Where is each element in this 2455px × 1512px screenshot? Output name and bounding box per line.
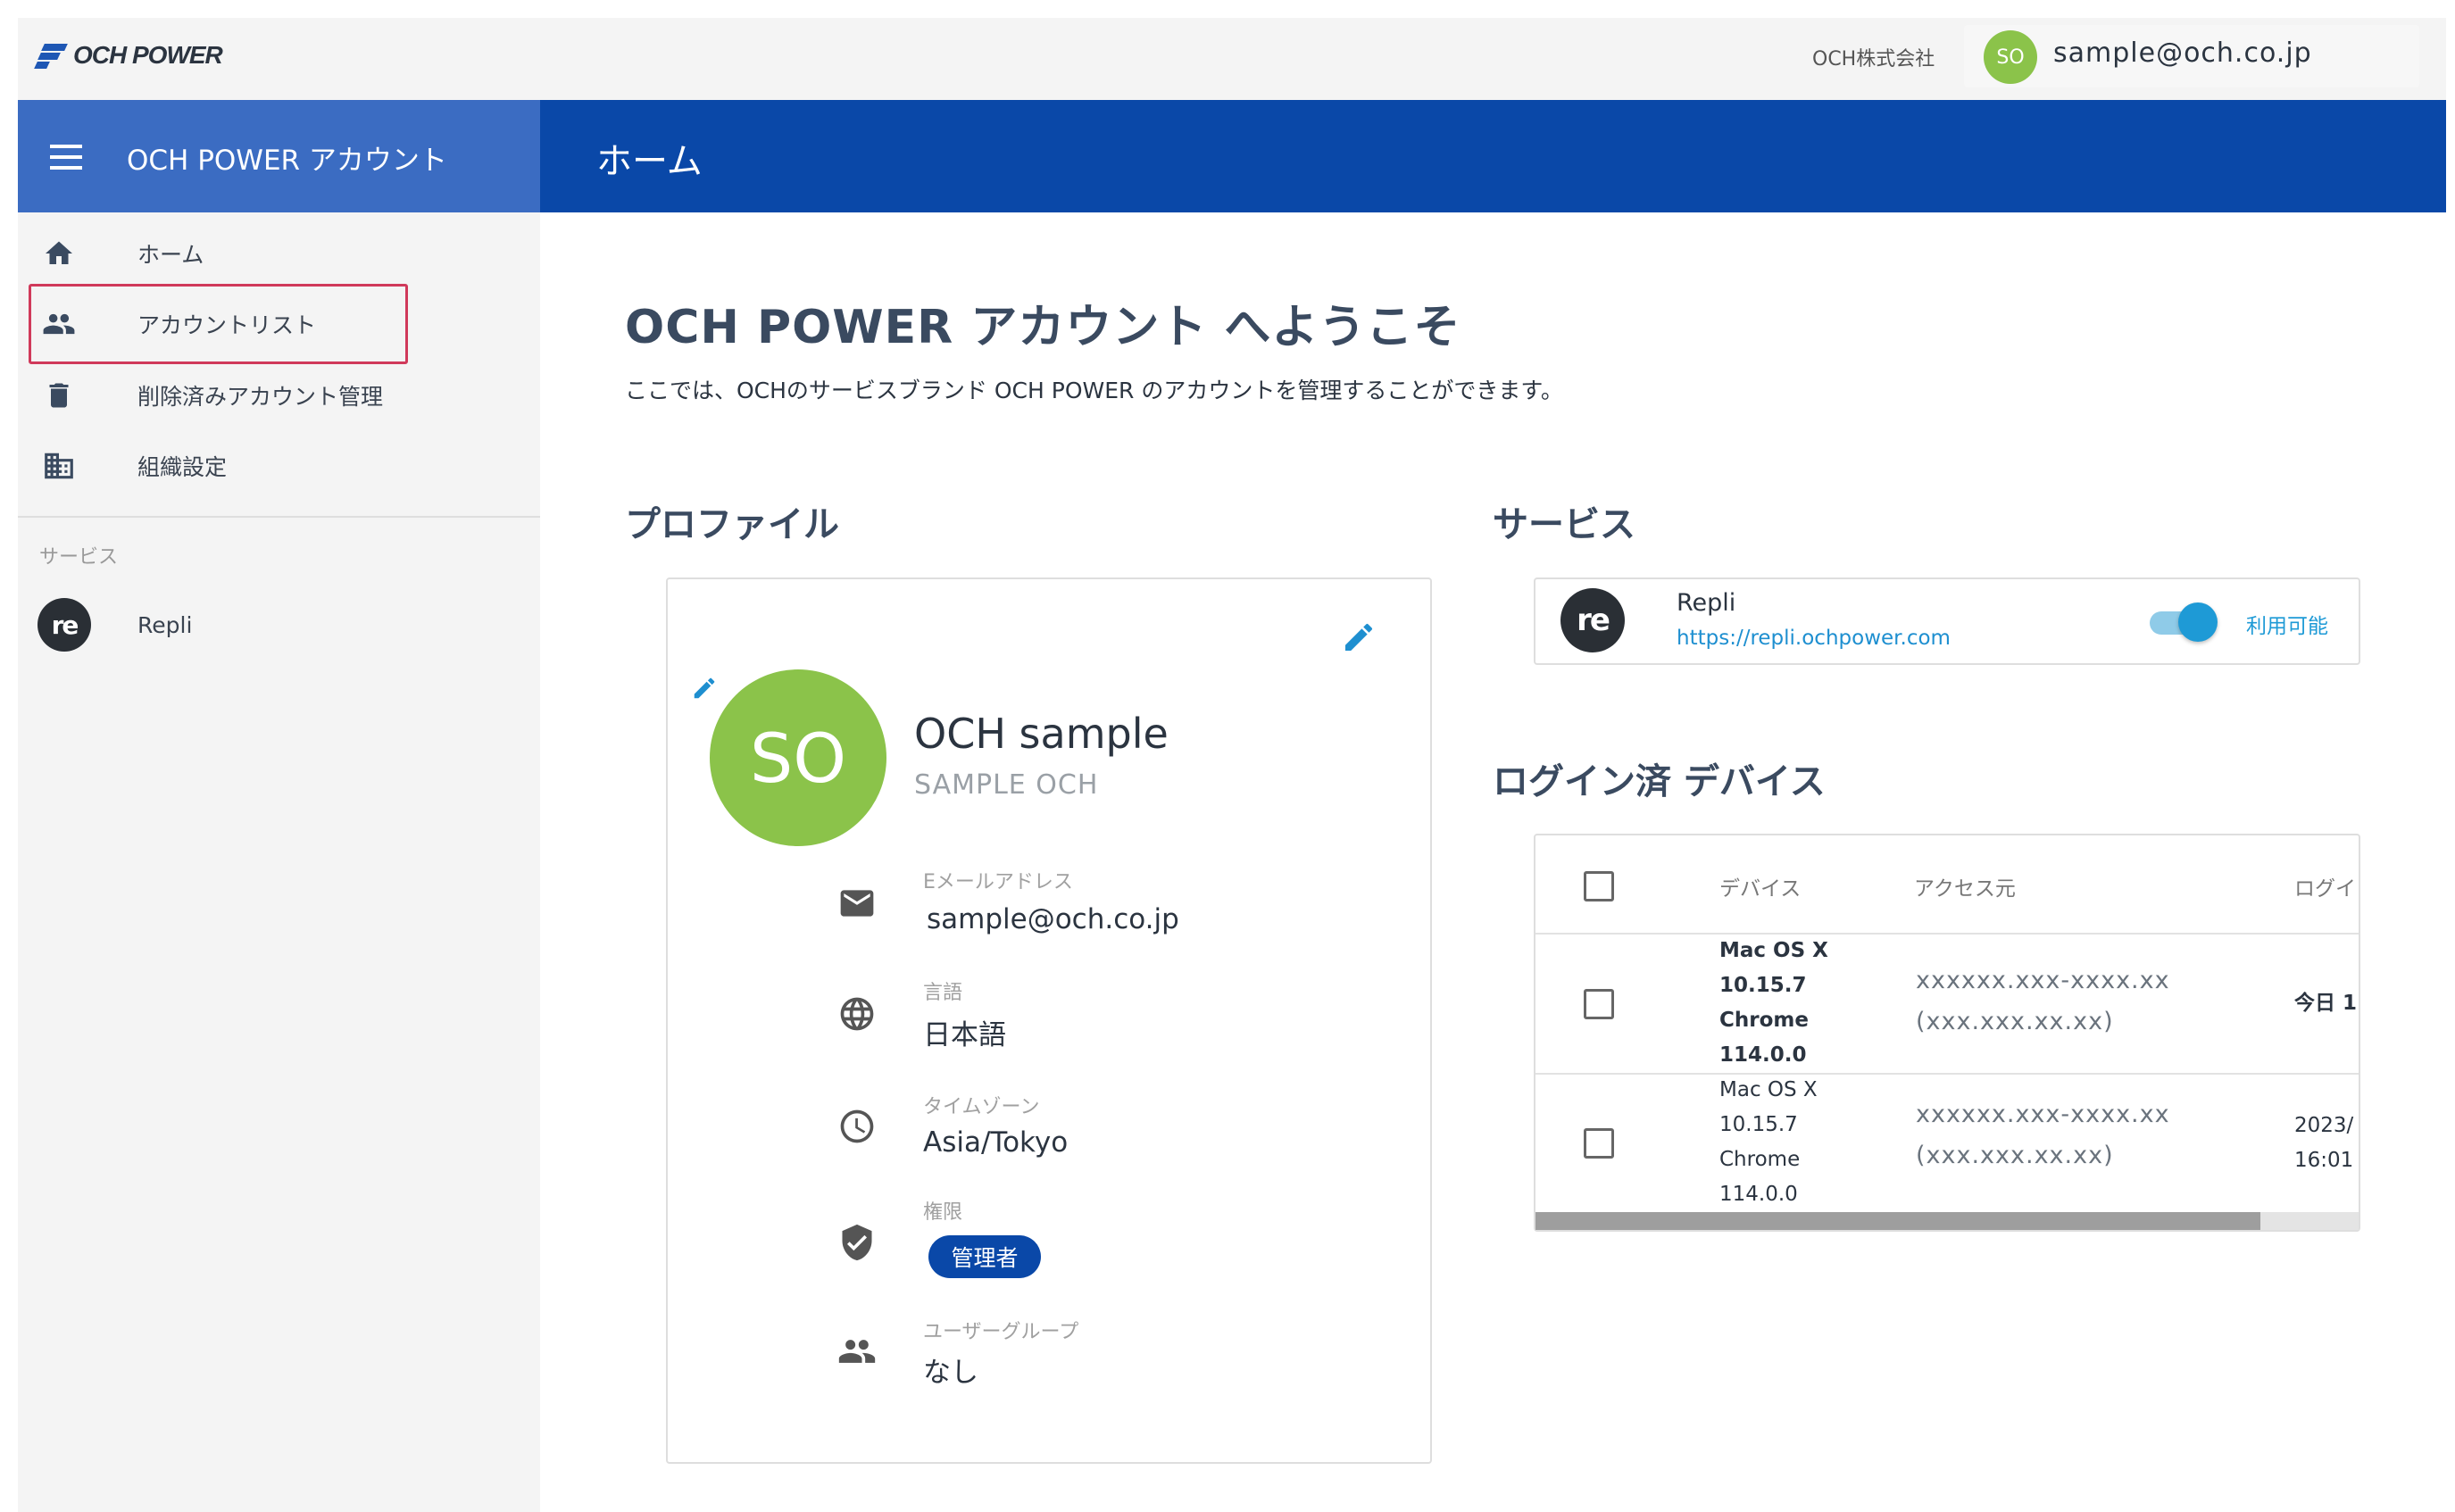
repli-logo-icon: re xyxy=(37,598,91,652)
group-icon xyxy=(836,1330,878,1373)
column-header-access[interactable]: アクセス元 xyxy=(1914,871,2016,901)
access-host: xxxxxx.xxx-xxxx.xx xyxy=(1916,1101,2170,1128)
logo-text: OCH POWER xyxy=(73,41,223,69)
access-cell: xxxxxx.xxx-xxxx.xx (xxx.xxx.xx.xx) xyxy=(1916,960,2170,1043)
home-icon xyxy=(41,236,77,271)
repli-logo-icon: re xyxy=(1560,588,1625,652)
user-avatar[interactable]: SO xyxy=(1984,30,2037,84)
app-header-right xyxy=(540,100,2446,212)
device-os: Mac OS X xyxy=(1719,939,1828,962)
welcome-description: ここでは、OCHのサービスブランド OCH POWER のアカウントを管理するこ… xyxy=(625,378,1563,403)
role-badge: 管理者 xyxy=(928,1235,1041,1278)
profile-name-kana: SAMPLE OCH xyxy=(914,769,1099,801)
select-all-checkbox[interactable] xyxy=(1584,871,1614,901)
och-power-logo[interactable]: OCH POWER xyxy=(34,37,223,73)
sidebar-divider xyxy=(18,516,540,518)
login-time: 16:01 xyxy=(2294,1149,2354,1172)
timezone-label: タイムゾーン xyxy=(923,1096,1040,1118)
hamburger-menu-icon[interactable] xyxy=(50,145,82,170)
email-value: sample@och.co.jp xyxy=(927,903,1179,935)
login-time-cell: 今日 1 xyxy=(2294,992,2358,1015)
sidebar-item-org-settings[interactable]: 組織設定 xyxy=(18,434,540,498)
building-icon xyxy=(41,448,77,484)
login-time-cell: 2023/ 16:01 xyxy=(2294,1109,2359,1178)
device-os-version: 10.15.7 xyxy=(1719,1113,1798,1136)
sidebar-item-label: 削除済みアカウント管理 xyxy=(137,384,384,410)
device-browser-version: 114.0.0 xyxy=(1719,1043,1807,1067)
trash-icon xyxy=(41,378,77,413)
devices-heading: ログイン済 デバイス xyxy=(1493,761,1826,802)
profile-name: OCH sample xyxy=(914,710,1169,758)
sidebar-item-label: 組織設定 xyxy=(137,454,228,480)
service-status: 利用可能 xyxy=(2246,615,2328,638)
device-cell: Mac OS X 10.15.7 Chrome 114.0.0 xyxy=(1719,1073,1818,1212)
device-os-version: 10.15.7 xyxy=(1719,974,1807,997)
shield-check-icon xyxy=(836,1221,878,1264)
access-cell: xxxxxx.xxx-xxxx.xx (xxx.xxx.xx.xx) xyxy=(1916,1094,2170,1176)
profile-heading: プロファイル xyxy=(625,504,839,545)
service-toggle-thumb[interactable] xyxy=(2178,602,2218,642)
column-header-device[interactable]: デバイス xyxy=(1719,871,1801,901)
access-ip: (xxx.xxx.xx.xx) xyxy=(1916,1142,2114,1169)
sidebar-services-heading: サービス xyxy=(39,546,119,569)
table-scrollbar-thumb[interactable] xyxy=(1535,1212,2260,1230)
service-url-link[interactable]: https://repli.ochpower.com xyxy=(1677,627,1951,650)
globe-icon xyxy=(836,993,878,1035)
role-label: 権限 xyxy=(923,1201,963,1224)
highlight-box xyxy=(29,284,408,364)
sidebar-item-deleted-accounts[interactable]: 削除済みアカウント管理 xyxy=(18,363,540,428)
device-browser-version: 114.0.0 xyxy=(1719,1183,1798,1206)
services-heading: サービス xyxy=(1493,504,1635,545)
edit-profile-pencil-icon[interactable] xyxy=(1341,619,1377,655)
user-group-label: ユーザーグループ xyxy=(923,1321,1079,1343)
device-os: Mac OS X xyxy=(1719,1078,1818,1101)
device-cell: Mac OS X 10.15.7 Chrome 114.0.0 xyxy=(1719,934,1828,1073)
column-header-login[interactable]: ログイ xyxy=(2294,871,2359,901)
clock-icon xyxy=(836,1105,878,1148)
sidebar-item-repli[interactable]: re Repli xyxy=(18,593,540,657)
service-card-repli xyxy=(1534,577,2360,665)
profile-avatar[interactable]: SO xyxy=(710,669,886,846)
language-label: 言語 xyxy=(923,982,963,1004)
device-browser: Chrome xyxy=(1719,1009,1809,1032)
user-email[interactable]: sample@och.co.jp xyxy=(2053,37,2312,69)
edit-avatar-pencil-icon[interactable] xyxy=(691,675,718,702)
row-divider xyxy=(1535,1073,2359,1075)
row-checkbox[interactable] xyxy=(1584,989,1614,1019)
sidebar-item-label: ホーム xyxy=(137,242,204,268)
page-title: ホーム xyxy=(596,141,703,182)
logo-mark-icon xyxy=(34,42,70,69)
language-value: 日本語 xyxy=(923,1019,1006,1051)
sidebar-item-home[interactable]: ホーム xyxy=(18,221,540,286)
app-title: OCH POWER アカウント xyxy=(127,145,447,177)
company-name: OCH株式会社 xyxy=(1812,48,1935,71)
welcome-title: OCH POWER アカウント へようこそ xyxy=(625,301,1461,354)
user-group-value: なし xyxy=(923,1357,978,1389)
service-name: Repli xyxy=(1677,589,1736,617)
row-checkbox[interactable] xyxy=(1584,1128,1614,1159)
sidebar-item-label: Repli xyxy=(137,611,193,638)
mail-icon xyxy=(836,882,878,925)
row-divider xyxy=(1535,933,2359,935)
device-browser: Chrome xyxy=(1719,1148,1801,1171)
timezone-value: Asia/Tokyo xyxy=(923,1126,1069,1159)
login-date: 2023/ xyxy=(2294,1114,2354,1137)
access-ip: (xxx.xxx.xx.xx) xyxy=(1916,1008,2114,1035)
access-host: xxxxxx.xxx-xxxx.xx xyxy=(1916,967,2170,994)
email-label: Eメールアドレス xyxy=(923,871,1073,893)
